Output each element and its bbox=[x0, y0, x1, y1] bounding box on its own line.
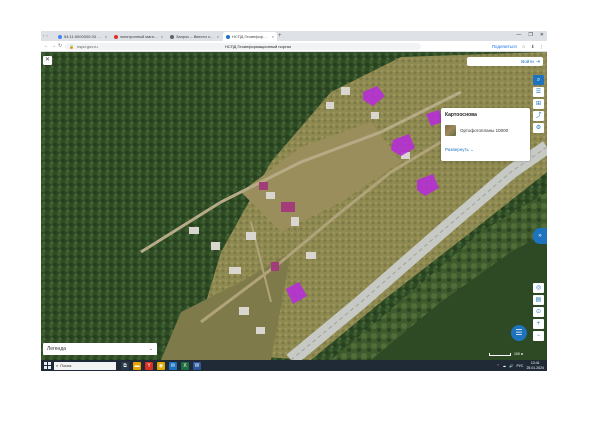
chrome-icon[interactable]: ◉ bbox=[157, 361, 165, 370]
print-icon[interactable]: ▤ bbox=[533, 295, 544, 305]
menu-kebab-icon[interactable]: ⋮ bbox=[540, 43, 545, 50]
share-tool-icon[interactable]: ⤴ bbox=[533, 111, 544, 121]
lock-icon: 🔒 bbox=[69, 43, 74, 49]
close-map-button[interactable]: ✕ bbox=[43, 56, 52, 65]
basemap-thumbnail bbox=[445, 124, 456, 136]
url-text: nspd.gov.ru bbox=[76, 43, 98, 49]
tab-zapros[interactable]: Запрос – Ввести запрос × bbox=[167, 32, 222, 41]
tab-favicon bbox=[114, 34, 118, 39]
basemap-option[interactable]: Ортофотопланы 10000 bbox=[445, 123, 527, 137]
tab-nav: ‹ › bbox=[43, 32, 48, 40]
bookmark-star-icon[interactable]: ☆ bbox=[522, 43, 526, 50]
chevron-down-icon: ⌄ bbox=[148, 346, 153, 352]
settings-tool-icon[interactable]: ⚙ bbox=[533, 123, 544, 133]
basemap-option-label: Ортофотопланы 10000 bbox=[460, 127, 509, 133]
minimize-button[interactable]: — bbox=[516, 31, 521, 40]
login-icon: ⇥ bbox=[535, 58, 540, 65]
tab-close-icon[interactable]: × bbox=[272, 34, 274, 39]
legend-label: Легенда bbox=[47, 346, 67, 352]
clock-date: 25.01.2024 bbox=[526, 365, 544, 370]
login-link[interactable]: Войти bbox=[521, 59, 534, 64]
downloads-icon[interactable]: ⬇ bbox=[531, 43, 535, 50]
locate-icon[interactable]: ◎ bbox=[533, 283, 544, 293]
zoom-out-icon[interactable]: − bbox=[533, 331, 544, 341]
excel-icon[interactable]: X bbox=[181, 361, 189, 370]
search-tool-icon[interactable]: ⌕ bbox=[533, 75, 544, 85]
back-button[interactable]: ← bbox=[44, 43, 49, 50]
basemap-panel: Картооснова Ортофотопланы 10000 Разверну… bbox=[441, 108, 530, 161]
toolbar-actions: Поделиться ☆ ⬇ ⋮ bbox=[492, 43, 544, 50]
tab-shop[interactable]: электронный магазин × bbox=[111, 32, 166, 41]
windows-taskbar: ⌕ Поиск ⧉ ▬ Y ◉ ✉ X W ⌃ ☁ 🔊 РУС 13:41 25… bbox=[41, 360, 547, 371]
file-explorer-icon[interactable]: ▬ bbox=[133, 361, 141, 370]
address-bar[interactable]: 🔒 nspd.gov.ru НСПД Геоинформационный пор… bbox=[65, 42, 421, 50]
scale-line bbox=[489, 352, 511, 356]
map-viewport[interactable]: ✕ Войти ⇥ ⌕ ☰ ⊞ ⤴ ⚙ » ◎ ▤ ⊙ + − ☰ Картоо… bbox=[41, 52, 547, 360]
tab-close-icon[interactable]: × bbox=[161, 34, 163, 39]
maximize-button[interactable]: ❐ bbox=[528, 31, 532, 40]
tab-close-icon[interactable]: × bbox=[105, 34, 107, 39]
yandex-browser-icon[interactable]: Y bbox=[145, 361, 153, 370]
share-button[interactable]: Поделиться bbox=[492, 43, 517, 50]
taskbar-apps: ⧉ ▬ Y ◉ ✉ X W bbox=[121, 361, 201, 370]
close-window-button[interactable]: ✕ bbox=[540, 31, 544, 40]
layers-tool-icon[interactable]: ☰ bbox=[533, 87, 544, 97]
basemap-expand-link[interactable]: Развернуть ⌄ bbox=[445, 147, 474, 153]
tab-favicon bbox=[226, 34, 230, 39]
new-tab-button[interactable]: + bbox=[278, 32, 282, 40]
zoom-toolbar: ◎ ▤ ⊙ + − bbox=[533, 283, 544, 341]
taskbar-search-placeholder: Поиск bbox=[60, 363, 72, 368]
measure-tool-icon[interactable]: ⊞ bbox=[533, 99, 544, 109]
language-indicator[interactable]: РУС bbox=[516, 364, 523, 368]
volume-icon[interactable]: 🔊 bbox=[509, 364, 513, 368]
pin-icon[interactable]: ⊙ bbox=[533, 307, 544, 317]
page-title: НСПД Геоинформационный портал bbox=[225, 43, 292, 49]
onedrive-icon[interactable]: ☁ bbox=[503, 364, 507, 368]
tab-scroll-right-icon[interactable]: › bbox=[46, 32, 47, 40]
tray-overflow-icon[interactable]: ⌃ bbox=[497, 364, 500, 368]
zoom-in-icon[interactable]: + bbox=[533, 319, 544, 329]
task-view-icon[interactable]: ⧉ bbox=[121, 361, 129, 370]
screen: ‹ › 54:11:0000000:33 Выписки × электронн… bbox=[41, 31, 547, 371]
tab-favicon bbox=[170, 34, 174, 39]
word-icon[interactable]: W bbox=[193, 361, 201, 370]
legend-dropdown[interactable]: Легенда ⌄ bbox=[43, 343, 157, 355]
taskbar-search[interactable]: ⌕ Поиск bbox=[54, 361, 116, 370]
basemap-expand-label: Развернуть bbox=[445, 147, 469, 152]
window-controls: — ❐ ✕ bbox=[516, 31, 544, 40]
mail-icon[interactable]: ✉ bbox=[169, 361, 177, 370]
browser-toolbar: ← → ↻ 🔒 nspd.gov.ru НСПД Геоинформационн… bbox=[41, 41, 547, 52]
satellite-imagery bbox=[41, 52, 547, 360]
tab-label: Запрос – Ввести запрос bbox=[176, 34, 215, 39]
scale-label: 100 м bbox=[514, 352, 524, 356]
map-toolbar: ⌕ ☰ ⊞ ⤴ ⚙ bbox=[533, 75, 544, 133]
scale-bar: 100 м bbox=[489, 352, 523, 356]
forward-button[interactable]: → bbox=[51, 43, 56, 50]
reload-button[interactable]: ↻ bbox=[58, 43, 62, 50]
tab-label: 54:11:0000000:33 Выписки bbox=[64, 34, 103, 39]
windows-start-icon[interactable] bbox=[44, 362, 51, 369]
basemap-title: Картооснова bbox=[445, 112, 477, 118]
login-bar[interactable]: Войти ⇥ bbox=[467, 57, 543, 66]
side-panel-toggle-icon[interactable]: » bbox=[533, 228, 547, 244]
tab-scroll-left-icon[interactable]: ‹ bbox=[43, 32, 44, 40]
tab-vypiski[interactable]: 54:11:0000000:33 Выписки × bbox=[55, 32, 110, 41]
tab-close-icon[interactable]: × bbox=[217, 34, 219, 39]
tab-label: электронный магазин bbox=[120, 34, 159, 39]
chat-icon[interactable]: ☰ bbox=[511, 325, 527, 341]
tab-strip: ‹ › 54:11:0000000:33 Выписки × электронн… bbox=[41, 31, 547, 41]
system-tray: ⌃ ☁ 🔊 РУС 13:41 25.01.2024 bbox=[497, 361, 544, 370]
search-icon: ⌕ bbox=[56, 363, 59, 368]
taskbar-clock[interactable]: 13:41 25.01.2024 bbox=[526, 361, 544, 370]
tab-nspd[interactable]: НСПД Геоинформационный портал × bbox=[223, 32, 277, 41]
tab-favicon bbox=[58, 34, 62, 39]
tab-label: НСПД Геоинформационный портал bbox=[232, 34, 270, 39]
